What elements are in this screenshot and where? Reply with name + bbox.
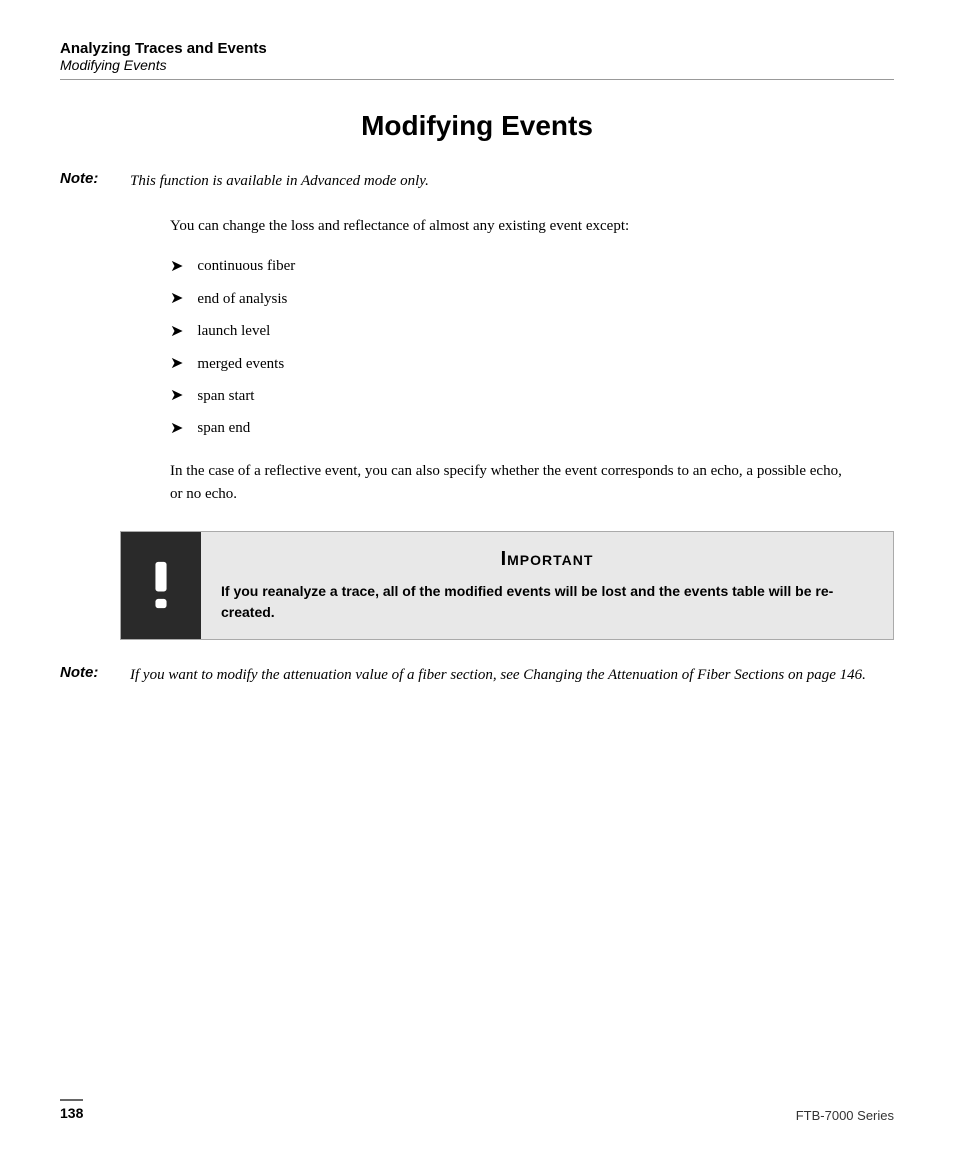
- bullet-arrow-icon: ➤: [170, 288, 183, 310]
- note2-text-before: If you want to modify the attenuation va…: [130, 667, 523, 683]
- bullet-arrow-icon: ➤: [170, 321, 183, 343]
- list-item-text: span start: [197, 386, 254, 407]
- note1-label: Note:: [60, 170, 130, 187]
- page-title: Modifying Events: [60, 110, 894, 142]
- content-area: You can change the loss and reflectance …: [170, 215, 854, 640]
- header-divider: [60, 79, 894, 80]
- page-footer: 138 FTB-7000 Series: [60, 1099, 894, 1123]
- header-title: Analyzing Traces and Events: [60, 40, 894, 57]
- important-heading: Important: [221, 548, 873, 571]
- bullet-list: ➤ continuous fiber ➤ end of analysis ➤ l…: [170, 256, 854, 440]
- important-icon: [139, 560, 183, 610]
- page-container: Analyzing Traces and Events Modifying Ev…: [0, 0, 954, 1159]
- list-item-text: merged events: [197, 354, 284, 375]
- note1-text: This function is available in Advanced m…: [130, 170, 429, 193]
- after-list-paragraph: In the case of a reflective event, you c…: [170, 460, 854, 507]
- list-item-text: end of analysis: [197, 289, 287, 310]
- page-number: 138: [60, 1105, 83, 1121]
- page-header: Analyzing Traces and Events Modifying Ev…: [60, 40, 894, 80]
- important-box: Important If you reanalyze a trace, all …: [120, 531, 894, 640]
- note2-block: Note: If you want to modify the attenuat…: [60, 664, 894, 687]
- list-item-text: launch level: [197, 321, 270, 342]
- list-item: ➤ continuous fiber: [170, 256, 854, 278]
- list-item-text: span end: [197, 418, 250, 439]
- note1-block: Note: This function is available in Adva…: [60, 170, 894, 193]
- bullet-arrow-icon: ➤: [170, 256, 183, 278]
- list-item: ➤ span start: [170, 385, 854, 407]
- important-text: If you reanalyze a trace, all of the mod…: [221, 581, 873, 623]
- list-item: ➤ launch level: [170, 321, 854, 343]
- footer-left: 138: [60, 1099, 83, 1123]
- note2-link[interactable]: Changing the Attenuation of Fiber Sectio…: [523, 667, 784, 683]
- note2-text-after: on page 146.: [784, 667, 866, 683]
- note2-label: Note:: [60, 664, 130, 681]
- bullet-arrow-icon: ➤: [170, 385, 183, 407]
- list-item: ➤ end of analysis: [170, 288, 854, 310]
- list-item-text: continuous fiber: [197, 256, 295, 277]
- important-content: Important If you reanalyze a trace, all …: [201, 532, 893, 639]
- header-subtitle: Modifying Events: [60, 57, 894, 73]
- footer-series: FTB-7000 Series: [796, 1108, 894, 1123]
- intro-paragraph: You can change the loss and reflectance …: [170, 215, 854, 238]
- note2-text: If you want to modify the attenuation va…: [130, 664, 866, 687]
- list-item: ➤ span end: [170, 418, 854, 440]
- list-item: ➤ merged events: [170, 353, 854, 375]
- bullet-arrow-icon: ➤: [170, 418, 183, 440]
- bullet-arrow-icon: ➤: [170, 353, 183, 375]
- important-icon-area: [121, 532, 201, 639]
